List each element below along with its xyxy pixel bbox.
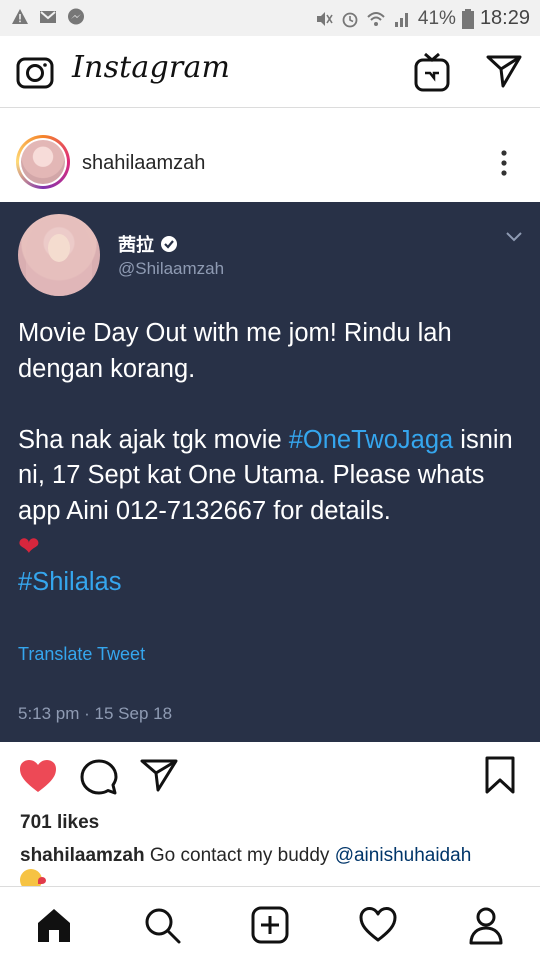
clock: 18:29 xyxy=(479,7,530,29)
add-post-icon[interactable] xyxy=(250,905,290,945)
caption-mention[interactable]: @ainishuhaidah xyxy=(335,845,472,866)
profile-icon[interactable] xyxy=(466,905,506,945)
comment-icon[interactable] xyxy=(80,758,118,796)
gmail-icon xyxy=(40,11,56,23)
story-ring[interactable] xyxy=(16,135,70,189)
signal-icon xyxy=(394,12,408,27)
share-icon[interactable] xyxy=(140,758,178,792)
instagram-logo: Instagram xyxy=(72,50,231,85)
post-image-tweet[interactable]: 茜拉 @Shilaamzah Movie Day Out with me jom… xyxy=(0,202,540,742)
post-actions xyxy=(0,742,540,808)
chevron-down-icon xyxy=(506,232,522,242)
post-header: shahilaamzah xyxy=(0,118,540,202)
alarm-icon xyxy=(342,12,358,27)
notification-warning-icon xyxy=(12,9,28,24)
bookmark-icon[interactable] xyxy=(484,756,516,794)
post-caption: shahilaamzah Go contact my buddy @ainish… xyxy=(20,843,530,887)
igtv-icon[interactable] xyxy=(414,52,450,92)
battery-percentage: 41% xyxy=(417,7,456,29)
camera-icon[interactable] xyxy=(16,54,54,90)
caption-text: Go contact my buddy xyxy=(144,845,335,866)
tweet-name-text: 茜拉 xyxy=(118,235,154,255)
messenger-icon xyxy=(68,8,84,25)
avatar-image xyxy=(21,140,65,184)
caption-username[interactable]: shahilaamzah xyxy=(20,845,145,866)
heart-filled-icon[interactable] xyxy=(18,758,58,794)
mute-icon xyxy=(316,11,333,26)
avatar-face xyxy=(48,234,70,262)
hashtag-onetwojaga: #OneTwoJaga xyxy=(288,425,454,454)
translate-tweet-link: Translate Tweet xyxy=(18,644,146,664)
status-bar: 41% 18:29 xyxy=(0,0,540,36)
system-status: 41% 18:29 xyxy=(314,7,530,30)
search-icon[interactable] xyxy=(142,905,182,945)
tweet-text: Movie Day Out with me jom! Rindu lah den… xyxy=(18,316,528,600)
verified-badge-icon xyxy=(161,236,177,252)
tweet-avatar xyxy=(18,214,100,296)
battery-icon xyxy=(461,8,474,29)
activity-heart-icon[interactable] xyxy=(358,905,398,945)
paper-plane-icon[interactable] xyxy=(486,54,522,88)
tweet-timestamp: 5:13 pm · 15 Sep 18 xyxy=(18,704,173,723)
notification-icons xyxy=(10,7,86,27)
tweet-paragraph-1: Movie Day Out with me jom! Rindu lah den… xyxy=(18,319,452,383)
avatar xyxy=(19,138,67,186)
tweet-display-name: 茜拉 xyxy=(118,231,178,257)
tweet-handle: @Shilaamzah xyxy=(118,259,225,278)
wifi-icon xyxy=(367,11,385,26)
heart-emoji: ❤ xyxy=(18,531,40,561)
post-username[interactable]: shahilaamzah xyxy=(82,152,205,175)
tweet-paragraph-2: Sha nak ajak tgk movie #OneTwoJaga isnin… xyxy=(18,425,513,525)
app-header: Instagram xyxy=(0,36,540,108)
more-vertical-icon[interactable] xyxy=(494,148,514,178)
likes-count[interactable]: 701 likes xyxy=(20,812,99,834)
kiss-emoji-icon xyxy=(20,869,46,887)
home-icon[interactable] xyxy=(34,905,74,945)
bottom-nav xyxy=(0,886,540,960)
hashtag-shilalas: #Shilalas xyxy=(18,567,122,596)
